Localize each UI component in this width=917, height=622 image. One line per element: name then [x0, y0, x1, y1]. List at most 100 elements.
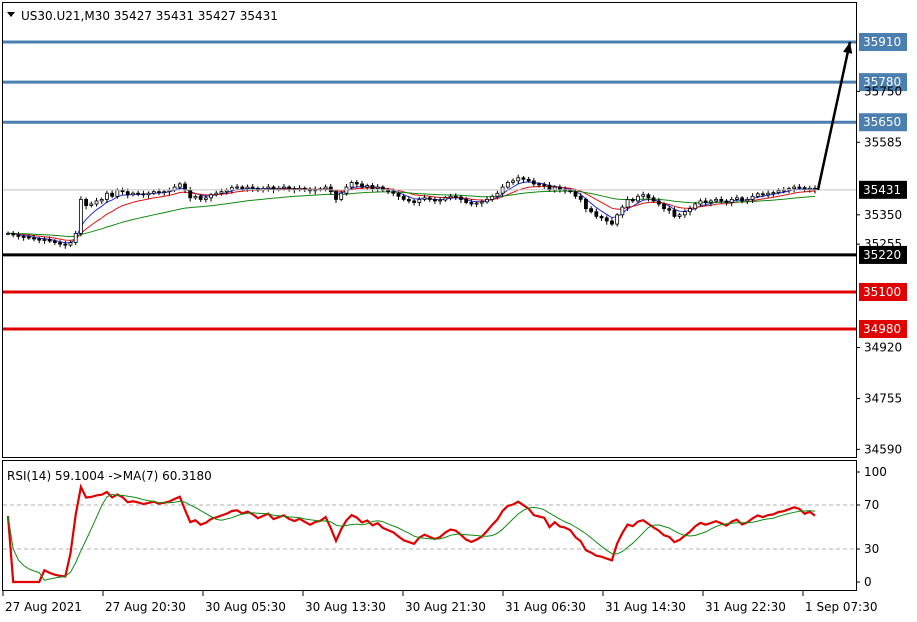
candle-body [620, 206, 625, 216]
candle-body [183, 183, 187, 191]
candle-body [78, 198, 83, 234]
candle-body [771, 192, 776, 194]
candle-body [630, 198, 635, 202]
candle-body [26, 236, 31, 239]
candle-body [698, 200, 703, 205]
level-label: 34980 [863, 322, 901, 336]
candle-body [427, 197, 432, 200]
rsi-tick-label: 100 [864, 465, 887, 479]
candle-body [646, 194, 651, 199]
level-label: 35650 [863, 115, 901, 129]
candle-body [401, 195, 406, 200]
candle-body [740, 197, 745, 202]
candle-body [115, 189, 120, 197]
main-panel-frame [2, 2, 857, 458]
candle-body [131, 192, 135, 196]
candle-body [474, 202, 479, 205]
candle-body [235, 186, 239, 189]
candle-body [537, 183, 541, 186]
candle-body [94, 200, 99, 205]
time-tick-label: 31 Aug 22:30 [705, 600, 786, 614]
candle-body [6, 232, 10, 235]
candle-body [708, 200, 713, 203]
candle-body [464, 198, 469, 203]
candle-body [729, 198, 734, 203]
level-label: 35100 [863, 285, 901, 299]
price-tick-label: 35750 [864, 84, 902, 98]
candle-body [443, 197, 448, 201]
candle-body [375, 186, 380, 189]
candle-body [735, 197, 739, 200]
price-tick-label: 35585 [864, 135, 902, 149]
candle-body [662, 203, 666, 210]
candle-body [120, 189, 125, 193]
candle-body [151, 191, 156, 194]
candle-body [209, 194, 213, 199]
time-tick-label: 31 Aug 06:30 [505, 600, 586, 614]
candle-body [136, 192, 141, 195]
candle-body [672, 209, 677, 217]
candle-body [505, 182, 510, 188]
candle-body [641, 194, 646, 197]
candle-body [714, 198, 718, 202]
candle-body [453, 195, 458, 198]
candle-body [417, 198, 422, 203]
time-tick-label: 1 Sep 07:30 [805, 600, 877, 614]
candle-body [105, 192, 109, 200]
time-tick-label: 27 Aug 20:30 [105, 600, 186, 614]
candle-body [557, 186, 562, 190]
price-tick-label: 34755 [864, 391, 902, 405]
price-tick-label: 35255 [864, 237, 902, 251]
candle-body [360, 183, 364, 188]
candle-body [198, 195, 203, 200]
candle-body [682, 211, 687, 216]
rsi-axis: 100 70 30 0 [856, 465, 887, 589]
candle-body [282, 186, 286, 189]
candle-body [459, 196, 463, 200]
candle-body [287, 186, 292, 189]
price-axis: 35750 35585 35350 35255 34920 34755 34590 [856, 84, 902, 456]
candle-body [604, 217, 609, 222]
candle-body [193, 195, 198, 199]
candle-body [141, 193, 146, 196]
candle-body [599, 215, 604, 219]
candle-body [37, 238, 42, 241]
candle-body [42, 239, 47, 241]
candle-body [542, 184, 547, 186]
candle-body [797, 186, 802, 189]
current-price-label: 35431 [863, 183, 901, 197]
candle-body [792, 186, 797, 189]
candle-body [47, 239, 52, 242]
candle-body [250, 186, 255, 189]
candle-body [495, 192, 500, 197]
candle-body [214, 192, 219, 196]
candle-body [573, 191, 578, 197]
candle-body [125, 191, 130, 196]
candle-body [610, 220, 614, 225]
candle-body [719, 198, 724, 202]
candle-body [188, 189, 193, 199]
candle-body [750, 195, 755, 200]
candle-body [219, 191, 224, 194]
candle-body [651, 197, 656, 202]
candle-body [469, 202, 474, 205]
candle-body [693, 203, 698, 210]
candle-body [485, 198, 489, 203]
candle-body [58, 242, 62, 245]
candle-body [516, 177, 521, 182]
candle-body [370, 185, 375, 189]
candle-body [339, 192, 344, 200]
candle-body [636, 195, 640, 202]
candle-body [589, 208, 594, 213]
level-label: 35910 [863, 35, 901, 49]
candle-body [63, 243, 68, 246]
candle-body [396, 192, 401, 197]
candle-body [162, 191, 167, 194]
candle-body [89, 203, 94, 206]
candle-body [68, 242, 73, 246]
candle-body [584, 198, 588, 210]
candle-body [667, 208, 672, 211]
price-tick-label: 35350 [864, 208, 902, 222]
rsi-tick-label: 30 [864, 542, 879, 556]
candle-body [521, 177, 526, 180]
